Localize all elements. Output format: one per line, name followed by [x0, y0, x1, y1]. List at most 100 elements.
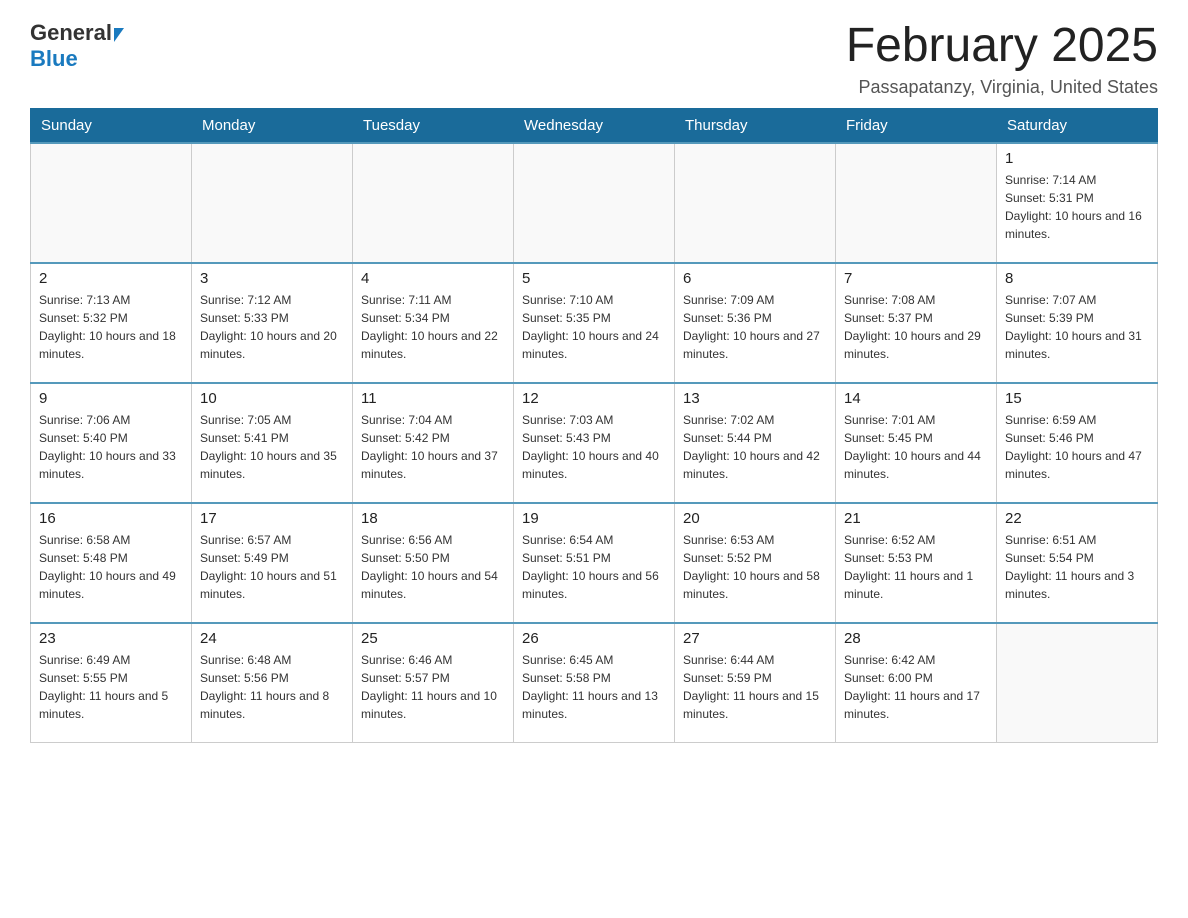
calendar-cell — [192, 143, 353, 263]
calendar-week-row: 23Sunrise: 6:49 AM Sunset: 5:55 PM Dayli… — [31, 623, 1158, 743]
calendar-week-row: 1Sunrise: 7:14 AM Sunset: 5:31 PM Daylig… — [31, 143, 1158, 263]
calendar-week-row: 16 Sunrise: 6:58 AM Sunset: 5:48 PM Dayli… — [31, 503, 1158, 623]
location-subtitle: Passapatanzy, Virginia, United States — [846, 77, 1158, 98]
calendar-cell: 12 Sunrise: 7:03 AM Sunset: 5:43 PM Dayli… — [514, 383, 675, 503]
calendar-cell — [675, 143, 836, 263]
calendar-cell: 22 Sunrise: 6:51 AM Sunset: 5:54 PM Dayli… — [997, 503, 1158, 623]
calendar-cell — [353, 143, 514, 263]
day-number: 22 — [1005, 510, 1149, 527]
day-number: 6 — [683, 270, 827, 287]
day-info: Sunrise: 6:53 AM Sunset: 5:52 PM Dayligh… — [683, 531, 827, 603]
day-info: Sunrise: 6:59 AM Sunset: 5:46 PM Dayligh… — [1005, 411, 1149, 483]
calendar-cell: 7 Sunrise: 7:08 AM Sunset: 5:37 PM Daylig… — [836, 263, 997, 383]
calendar-cell: 20 Sunrise: 6:53 AM Sunset: 5:52 PM Dayli… — [675, 503, 836, 623]
calendar-header-wednesday: Wednesday — [514, 108, 675, 143]
day-number: 26 — [522, 630, 666, 647]
calendar-cell: 11Sunrise: 7:04 AM Sunset: 5:42 PM Dayli… — [353, 383, 514, 503]
calendar-cell: 5 Sunrise: 7:10 AM Sunset: 5:35 PM Daylig… — [514, 263, 675, 383]
day-number: 17 — [200, 510, 344, 527]
day-info: Sunrise: 6:51 AM Sunset: 5:54 PM Dayligh… — [1005, 531, 1149, 603]
calendar-cell — [31, 143, 192, 263]
day-number: 24 — [200, 630, 344, 647]
calendar-cell — [514, 143, 675, 263]
calendar-cell: 10 Sunrise: 7:05 AM Sunset: 5:41 PM Dayli… — [192, 383, 353, 503]
logo-arrow-icon — [114, 28, 124, 42]
calendar-cell: 8 Sunrise: 7:07 AM Sunset: 5:39 PM Daylig… — [997, 263, 1158, 383]
day-number: 25 — [361, 630, 505, 647]
logo: General Blue — [30, 20, 125, 73]
calendar-cell: 14 Sunrise: 7:01 AM Sunset: 5:45 PM Dayli… — [836, 383, 997, 503]
calendar-week-row: 2 Sunrise: 7:13 AM Sunset: 5:32 PM Daylig… — [31, 263, 1158, 383]
calendar-cell: 19 Sunrise: 6:54 AM Sunset: 5:51 PM Dayli… — [514, 503, 675, 623]
calendar-cell: 18Sunrise: 6:56 AM Sunset: 5:50 PM Dayli… — [353, 503, 514, 623]
calendar-cell: 9 Sunrise: 7:06 AM Sunset: 5:40 PM Daylig… — [31, 383, 192, 503]
day-number: 7 — [844, 270, 988, 287]
calendar-cell: 28 Sunrise: 6:42 AM Sunset: 6:00 PM Dayli… — [836, 623, 997, 743]
calendar-table: SundayMondayTuesdayWednesdayThursdayFrid… — [30, 108, 1158, 744]
day-number: 27 — [683, 630, 827, 647]
calendar-cell: 25 Sunrise: 6:46 AM Sunset: 5:57 PM Dayli… — [353, 623, 514, 743]
day-info: Sunrise: 6:44 AM Sunset: 5:59 PM Dayligh… — [683, 651, 827, 723]
day-info: Sunrise: 7:12 AM Sunset: 5:33 PM Dayligh… — [200, 291, 344, 363]
day-info: Sunrise: 7:08 AM Sunset: 5:37 PM Dayligh… — [844, 291, 988, 363]
day-number: 4 — [361, 270, 505, 287]
day-info: Sunrise: 6:52 AM Sunset: 5:53 PM Dayligh… — [844, 531, 988, 603]
calendar-cell: 3 Sunrise: 7:12 AM Sunset: 5:33 PM Daylig… — [192, 263, 353, 383]
day-info: Sunrise: 7:14 AM Sunset: 5:31 PM Dayligh… — [1005, 171, 1149, 243]
month-title: February 2025 — [846, 20, 1158, 73]
calendar-week-row: 9 Sunrise: 7:06 AM Sunset: 5:40 PM Daylig… — [31, 383, 1158, 503]
day-number: 28 — [844, 630, 988, 647]
day-number: 5 — [522, 270, 666, 287]
day-info: Sunrise: 6:48 AM Sunset: 5:56 PM Dayligh… — [200, 651, 344, 723]
day-number: 23 — [39, 630, 183, 647]
day-info: Sunrise: 7:01 AM Sunset: 5:45 PM Dayligh… — [844, 411, 988, 483]
calendar-header-tuesday: Tuesday — [353, 108, 514, 143]
day-number: 12 — [522, 390, 666, 407]
day-info: Sunrise: 7:03 AM Sunset: 5:43 PM Dayligh… — [522, 411, 666, 483]
day-info: Sunrise: 6:56 AM Sunset: 5:50 PM Dayligh… — [361, 531, 505, 603]
day-info: Sunrise: 7:10 AM Sunset: 5:35 PM Dayligh… — [522, 291, 666, 363]
calendar-cell — [836, 143, 997, 263]
day-info: Sunrise: 6:54 AM Sunset: 5:51 PM Dayligh… — [522, 531, 666, 603]
day-info: Sunrise: 7:11 AM Sunset: 5:34 PM Dayligh… — [361, 291, 505, 363]
calendar-cell: 13 Sunrise: 7:02 AM Sunset: 5:44 PM Dayli… — [675, 383, 836, 503]
day-number: 21 — [844, 510, 988, 527]
calendar-cell: 27 Sunrise: 6:44 AM Sunset: 5:59 PM Dayli… — [675, 623, 836, 743]
day-info: Sunrise: 6:58 AM Sunset: 5:48 PM Dayligh… — [39, 531, 183, 603]
calendar-cell: 26 Sunrise: 6:45 AM Sunset: 5:58 PM Dayli… — [514, 623, 675, 743]
logo-general-text: General — [30, 20, 112, 46]
page-header: General Blue February 2025 Passapatanzy,… — [30, 20, 1158, 98]
calendar-cell: 16 Sunrise: 6:58 AM Sunset: 5:48 PM Dayli… — [31, 503, 192, 623]
day-info: Sunrise: 7:02 AM Sunset: 5:44 PM Dayligh… — [683, 411, 827, 483]
calendar-header-saturday: Saturday — [997, 108, 1158, 143]
logo-blue-text: Blue — [30, 46, 78, 72]
day-number: 8 — [1005, 270, 1149, 287]
calendar-cell: 17 Sunrise: 6:57 AM Sunset: 5:49 PM Dayli… — [192, 503, 353, 623]
calendar-header-thursday: Thursday — [675, 108, 836, 143]
calendar-cell: 4 Sunrise: 7:11 AM Sunset: 5:34 PM Daylig… — [353, 263, 514, 383]
day-info: Sunrise: 7:05 AM Sunset: 5:41 PM Dayligh… — [200, 411, 344, 483]
day-number: 16 — [39, 510, 183, 527]
day-number: 3 — [200, 270, 344, 287]
day-info: Sunrise: 6:42 AM Sunset: 6:00 PM Dayligh… — [844, 651, 988, 723]
day-number: 2 — [39, 270, 183, 287]
calendar-cell: 24 Sunrise: 6:48 AM Sunset: 5:56 PM Dayli… — [192, 623, 353, 743]
day-info: Sunrise: 6:46 AM Sunset: 5:57 PM Dayligh… — [361, 651, 505, 723]
day-info: Sunrise: 7:07 AM Sunset: 5:39 PM Dayligh… — [1005, 291, 1149, 363]
calendar-cell: 23Sunrise: 6:49 AM Sunset: 5:55 PM Dayli… — [31, 623, 192, 743]
day-number: 14 — [844, 390, 988, 407]
day-info: Sunrise: 6:45 AM Sunset: 5:58 PM Dayligh… — [522, 651, 666, 723]
day-number: 13 — [683, 390, 827, 407]
day-info: Sunrise: 7:13 AM Sunset: 5:32 PM Dayligh… — [39, 291, 183, 363]
day-number: 10 — [200, 390, 344, 407]
calendar-cell: 6Sunrise: 7:09 AM Sunset: 5:36 PM Daylig… — [675, 263, 836, 383]
day-info: Sunrise: 7:06 AM Sunset: 5:40 PM Dayligh… — [39, 411, 183, 483]
day-number: 20 — [683, 510, 827, 527]
calendar-header-sunday: Sunday — [31, 108, 192, 143]
calendar-header-monday: Monday — [192, 108, 353, 143]
calendar-cell — [997, 623, 1158, 743]
day-number: 9 — [39, 390, 183, 407]
day-info: Sunrise: 6:57 AM Sunset: 5:49 PM Dayligh… — [200, 531, 344, 603]
day-number: 19 — [522, 510, 666, 527]
calendar-cell: 2 Sunrise: 7:13 AM Sunset: 5:32 PM Daylig… — [31, 263, 192, 383]
